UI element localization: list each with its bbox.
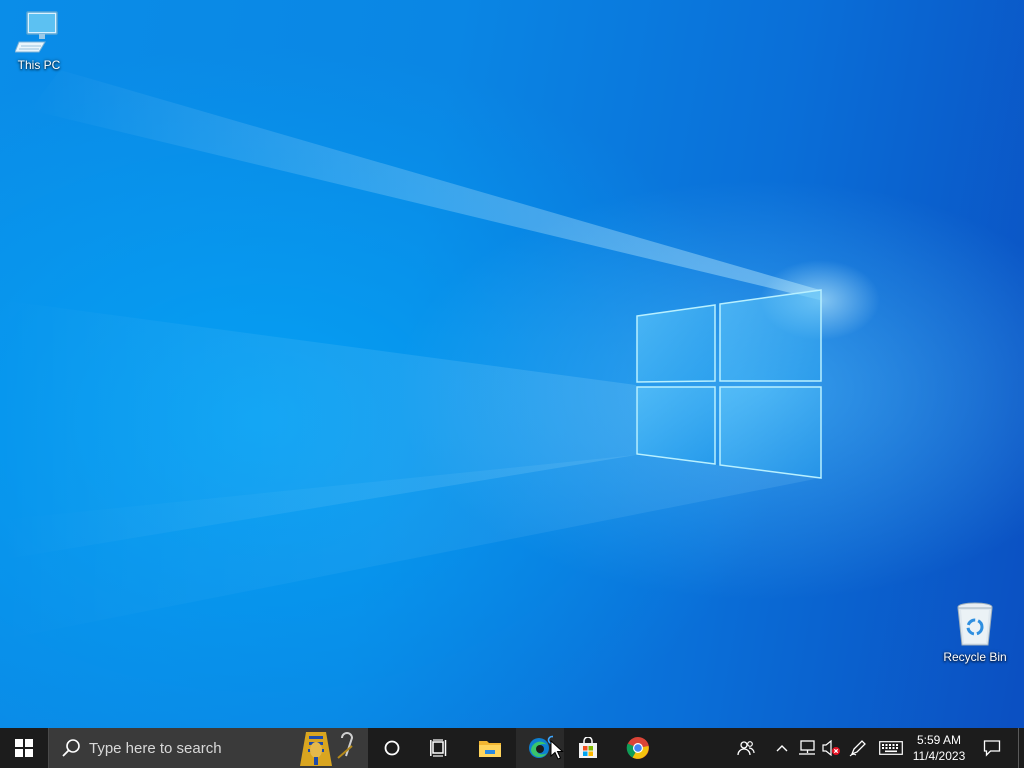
search-highlight-pharaoh-icon[interactable] xyxy=(298,728,362,768)
desktop[interactable]: This PC Recycle Bin xyxy=(0,0,1024,728)
microsoft-store-button[interactable] xyxy=(564,728,612,768)
network-icon xyxy=(799,740,815,755)
people-button[interactable] xyxy=(732,728,760,768)
search-box[interactable]: Type here to search xyxy=(48,728,368,768)
computer-icon xyxy=(15,11,58,53)
mouse-cursor-icon xyxy=(550,740,564,760)
search-placeholder: Type here to search xyxy=(89,739,222,757)
show-desktop-button[interactable] xyxy=(1018,728,1024,768)
keyboard-icon xyxy=(879,741,903,755)
desktop-icon-recycle-bin[interactable]: Recycle Bin xyxy=(938,600,1012,664)
file-explorer-button[interactable] xyxy=(466,728,514,768)
clock-time: 5:59 AM xyxy=(916,733,962,747)
chrome-icon xyxy=(626,737,649,759)
pen-icon xyxy=(849,740,866,757)
show-hidden-icons-button[interactable] xyxy=(772,728,792,768)
action-center-button[interactable] xyxy=(976,728,1008,768)
network-button[interactable] xyxy=(795,728,819,768)
action-center-icon xyxy=(983,740,1001,757)
start-button[interactable] xyxy=(0,728,48,768)
search-icon xyxy=(62,739,80,757)
volume-muted-icon xyxy=(822,740,840,756)
windows-ink-button[interactable] xyxy=(846,728,870,768)
people-icon xyxy=(737,741,755,756)
chrome-button[interactable] xyxy=(614,728,662,768)
taskbar: Type here to search 5:59 AM 11/4/2023 xyxy=(0,728,1024,768)
touch-keyboard-button[interactable] xyxy=(876,728,906,768)
clock-date: 11/4/2023 xyxy=(912,749,966,763)
task-view-button[interactable] xyxy=(416,728,464,768)
task-view-icon xyxy=(430,739,447,757)
windows-logo-glass xyxy=(636,289,822,479)
recycle-bin-icon xyxy=(957,602,993,646)
desktop-icon-this-pc[interactable]: This PC xyxy=(2,8,76,72)
folder-icon xyxy=(479,741,501,757)
chevron-up-icon xyxy=(776,745,788,752)
store-bag-icon xyxy=(579,737,597,758)
cortana-button[interactable] xyxy=(368,728,416,768)
desktop-icon-label: This PC xyxy=(17,58,61,72)
desktop-icon-label: Recycle Bin xyxy=(943,650,1007,664)
clock[interactable]: 5:59 AM 11/4/2023 xyxy=(908,728,970,768)
cortana-circle-icon xyxy=(384,740,400,756)
wallpaper-art xyxy=(0,70,880,640)
volume-button[interactable] xyxy=(820,728,844,768)
windows-logo-icon xyxy=(15,739,33,757)
